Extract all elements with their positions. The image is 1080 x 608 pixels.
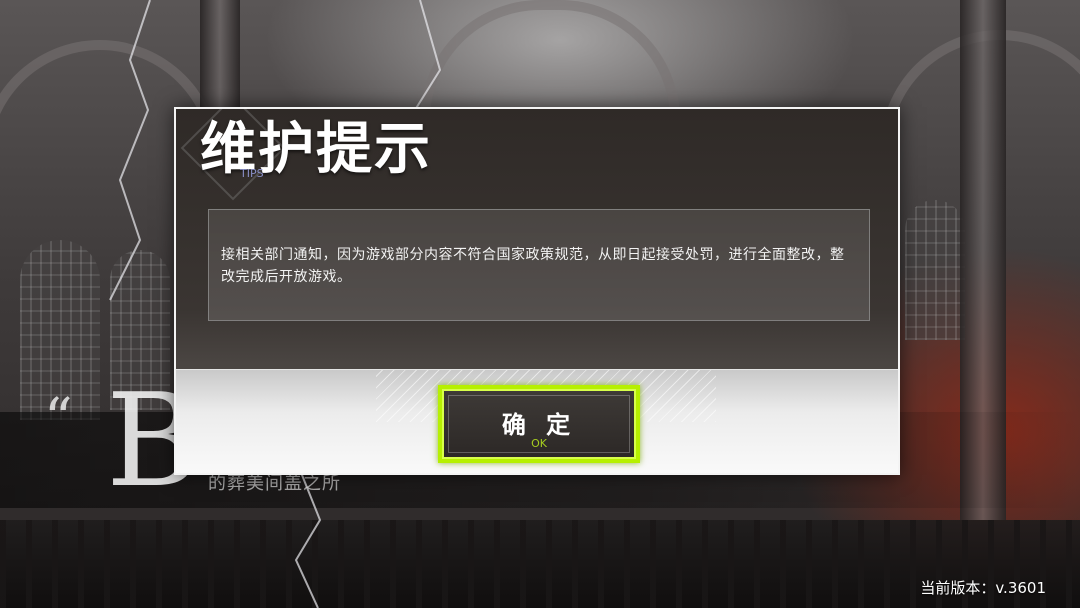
ok-button[interactable]: 确 定 OK xyxy=(438,385,640,463)
maintenance-dialog: 维护提示 TIPS 接相关部门通知，因为游戏部分内容不符合国家政策规范，从即日起… xyxy=(174,107,900,475)
version-value: v.3601 xyxy=(995,579,1046,597)
version-label: 当前版本： xyxy=(920,579,996,597)
message-box: 接相关部门通知，因为游戏部分内容不符合国家政策规范，从即日起接受处罚，进行全面整… xyxy=(208,209,870,321)
message-text: 接相关部门通知，因为游戏部分内容不符合国家政策规范，从即日起接受处罚，进行全面整… xyxy=(221,247,845,285)
lightning-bolt-left xyxy=(109,0,151,301)
version-indicator: 当前版本：v.3601 xyxy=(920,577,1046,598)
dialog-title: 维护提示 xyxy=(200,116,432,182)
dialog-subtitle: TIPS xyxy=(240,167,264,180)
game-screen: “ B 的葬美间盖之所 维护提示 TIPS 接相关部门通知，因为游戏部分内容不符… xyxy=(0,0,1080,608)
ok-button-sublabel[interactable]: OK xyxy=(444,437,634,450)
quote-mark-icon: “ xyxy=(44,387,73,452)
ok-button-face[interactable]: 确 定 OK xyxy=(442,389,636,459)
ok-button-label[interactable]: 确 定 xyxy=(444,405,634,440)
